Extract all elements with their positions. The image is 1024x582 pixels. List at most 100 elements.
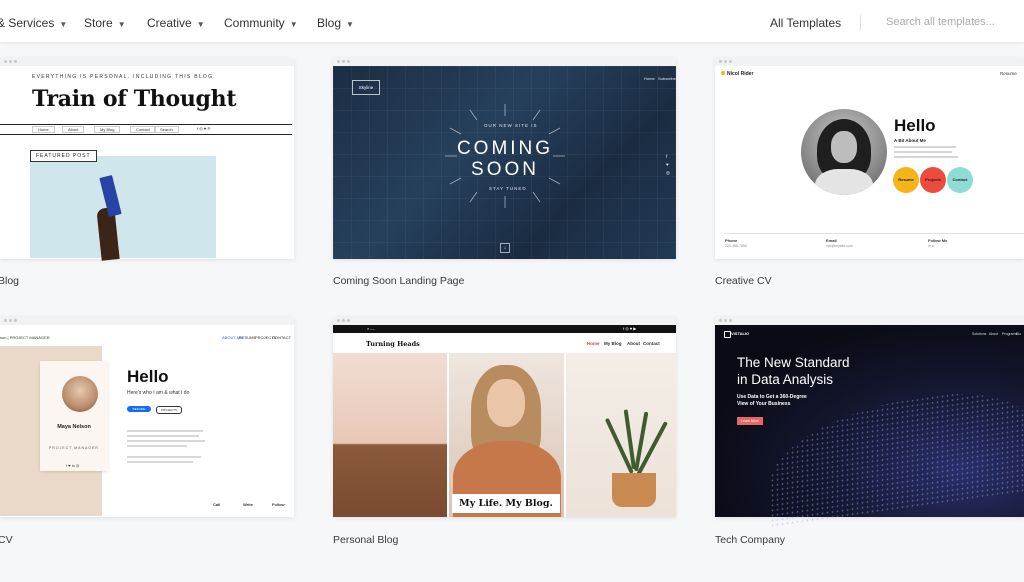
tc-nav-item: Blo (1016, 332, 1022, 336)
cv-footer-label: Email (826, 238, 837, 243)
tech-headline-line: in Data Analysis (737, 372, 834, 387)
cv-about-heading: A Bit About Me (894, 138, 926, 143)
chevron-down-icon: ▼ (59, 19, 68, 29)
template-title-tech-company[interactable]: Tech Company (715, 534, 785, 546)
cv-subtitle: Here's who I am & what I do (127, 390, 190, 396)
cv-resume-link: Resume (1000, 71, 1017, 76)
personal-blog-brand: Turning Heads (366, 340, 420, 348)
nav-item-label: Creative (147, 16, 192, 30)
text-placeholder (127, 456, 201, 458)
cs-nav-item: Subscribe (658, 76, 676, 81)
cv-footer-label: Phone (725, 238, 738, 243)
nav-divider (860, 15, 861, 30)
cv-projects-button: PROJECTS (156, 406, 182, 414)
desk-photo (333, 353, 447, 517)
text-placeholder (127, 435, 199, 437)
cv-projects-circle: Projects (920, 167, 946, 193)
cv-owner-name: Nicol Rider (727, 71, 754, 77)
nav-item-community[interactable]: Community ▼ (224, 16, 298, 30)
pb-nav-item: Contact (643, 341, 660, 346)
portrait-photo (449, 353, 564, 517)
cv-resume-button: RESUME (127, 406, 151, 412)
nav-item-label: Blog (317, 16, 342, 30)
nav-item-services[interactable]: & Services ▼ (0, 16, 67, 30)
cs-headline-coming: COMING (456, 138, 554, 159)
blog-heading: Train of Thought (32, 86, 237, 112)
cs-kicker: OUR NEW SITE IS (484, 123, 538, 128)
text-placeholder (127, 445, 187, 447)
cs-footer-text: STAY TUNED (489, 186, 527, 191)
cv-footer-value: 123-456-7890 (725, 244, 747, 248)
featured-post-label: FEATURED POST (30, 150, 97, 162)
chevron-down-icon: ▼ (289, 19, 298, 29)
nav-item-label: Store (84, 16, 113, 30)
nav-item-store[interactable]: Store ▼ (84, 16, 126, 30)
blog-menu-item: Home (32, 126, 55, 133)
cv-profile-role: PROJECT MANAGER (49, 446, 99, 450)
blog-menu-item: Search (154, 126, 179, 133)
chevron-down-icon: ▼ (196, 19, 205, 29)
personal-blog-topbar: ⌕ — f ◎ ♥ ▶ (333, 325, 676, 333)
template-title-blog[interactable]: Blog (0, 275, 19, 287)
blog-menu-item: About (62, 126, 85, 133)
cv-footer-value: info@mysite.com (826, 244, 853, 248)
social-icons: f ◎ ♥ ▶ (623, 326, 637, 331)
browser-bar (333, 58, 676, 66)
pb-nav-item: Home (587, 341, 600, 346)
search-icon: ⌕ — (367, 326, 375, 331)
text-placeholder (127, 461, 193, 463)
nav-item-label: & Services (0, 16, 55, 30)
tc-nav-item: Programs (1002, 332, 1018, 336)
cv-hello-heading: Hello (127, 367, 169, 386)
social-icons: f ♥ in ◎ (66, 463, 80, 468)
template-title-cv[interactable]: CV (0, 534, 13, 546)
tc-nav-item: Solutions (972, 332, 987, 336)
cv-footer-call: Call (213, 502, 221, 507)
top-navigation-bar: & Services ▼ Store ▼ Creative ▼ Communit… (0, 0, 1024, 42)
template-title-creative-cv[interactable]: Creative CV (715, 275, 772, 287)
text-placeholder (127, 440, 205, 442)
nav-item-label: Community (224, 16, 285, 30)
personal-blog-caption: My Life. My Blog. (452, 494, 560, 513)
tech-sub-line: View of Your Business (737, 401, 791, 407)
blog-tagline: EVERYTHING IS PERSONAL. INCLUDING THIS B… (32, 74, 216, 80)
cv-profile-name: Maya Nelson (57, 424, 91, 430)
social-icons: f ◎ ♥ ℗ (197, 126, 211, 131)
tc-nav-item: About (989, 332, 999, 336)
template-title-personal-blog[interactable]: Personal Blog (333, 534, 398, 546)
text-placeholder (127, 430, 203, 432)
nav-item-blog[interactable]: Blog ▼ (317, 16, 354, 30)
cv-header-left: son | PROJECT MANAGER (0, 335, 50, 340)
cv-portrait (801, 109, 887, 195)
tech-sub-line: Use Data to Get a 360-Degree (737, 394, 807, 400)
cv-footer-divider (724, 233, 1024, 234)
blog-featured-image (30, 156, 216, 258)
browser-bar (0, 58, 294, 66)
template-title-coming-soon[interactable]: Coming Soon Landing Page (333, 275, 464, 287)
cs-headline-soon: SOON (471, 159, 539, 180)
browser-bar (0, 317, 294, 325)
arrow-down-icon: ↓ (500, 243, 510, 253)
text-placeholder (894, 156, 958, 158)
text-placeholder (894, 146, 956, 148)
cv-nav-item: CONTACT (272, 335, 292, 340)
pb-nav-item: My Blog (604, 341, 622, 346)
browser-bar (715, 58, 1024, 66)
social-icons: f ♥ ◎ (666, 154, 670, 175)
blog-menu-bar: Home About My Blog Contact Search f ◎ ♥ … (0, 124, 292, 135)
tech-subheadline: Use Data to Get a 360-Degree View of You… (737, 394, 807, 408)
cv-hello-heading: Hello (894, 116, 936, 135)
skyline-logo: Skyline (352, 80, 380, 95)
all-templates-link[interactable]: All Templates (770, 16, 841, 30)
blog-menu-item: Contact (130, 126, 156, 133)
cv-resume-circle: Resume (893, 167, 919, 193)
browser-bar (333, 317, 676, 325)
search-templates-input[interactable] (886, 12, 1016, 32)
cv-avatar (62, 376, 98, 412)
pb-nav-item: About (627, 341, 640, 346)
nav-item-creative[interactable]: Creative ▼ (147, 16, 205, 30)
chevron-down-icon: ▼ (346, 19, 354, 29)
blog-menu-item: My Blog (94, 126, 121, 133)
tech-cta-button: Learn More (737, 417, 763, 425)
browser-bar (715, 317, 1024, 325)
